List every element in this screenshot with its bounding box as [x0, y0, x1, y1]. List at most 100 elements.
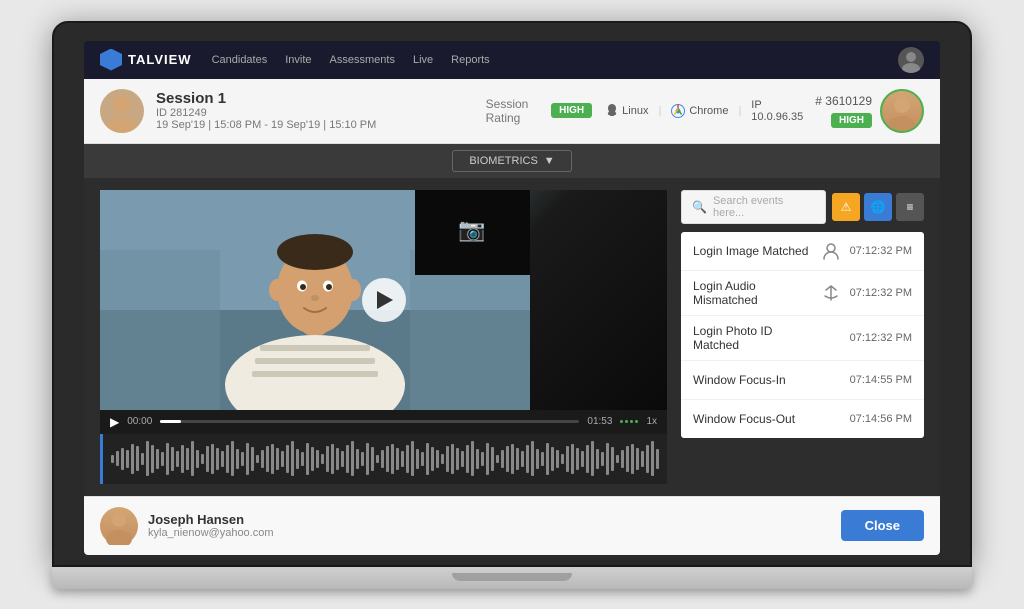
close-button[interactable]: Close: [841, 510, 924, 541]
audio-waveform: [100, 434, 667, 484]
wave-bar: [166, 443, 169, 475]
wave-bar: [306, 443, 309, 475]
nav-candidates[interactable]: Candidates: [212, 54, 268, 66]
wave-bar: [346, 445, 349, 473]
play-pause-button[interactable]: ▶: [110, 415, 119, 429]
svg-text:📷: 📷: [458, 217, 485, 242]
biometrics-button[interactable]: BIOMETRICS ▼: [452, 150, 571, 172]
wave-bar: [231, 441, 234, 476]
wave-bar: [541, 452, 544, 466]
event-row[interactable]: Login Image Matched 07:12:32 PM: [681, 232, 924, 271]
wave-bar: [521, 451, 524, 467]
wave-bar: [546, 443, 549, 475]
session-rating-block: Session Rating HIGH: [486, 97, 593, 125]
wave-bar: [591, 441, 594, 476]
wave-bar: [441, 454, 444, 464]
wave-bar: [396, 448, 399, 470]
session-user-avatar: [100, 89, 144, 133]
event-name-4: Window Focus-Out: [693, 412, 812, 426]
wave-bar: [461, 451, 464, 467]
wave-bar: [356, 449, 359, 469]
wave-bar: [411, 441, 414, 476]
wave-bar: [416, 449, 419, 469]
wave-bar: [341, 451, 344, 467]
session-rating-label: Session Rating: [486, 97, 544, 125]
dot-2: [625, 420, 628, 423]
candidate-id-block: # 3610129 HIGH: [815, 94, 872, 128]
wave-bar: [446, 446, 449, 472]
wave-bar: [421, 452, 424, 466]
filter-settings-button[interactable]: ≡: [896, 193, 924, 221]
event-icon-2: [820, 327, 842, 349]
wave-bar: [571, 444, 574, 474]
progress-bar[interactable]: [160, 420, 579, 423]
wave-bar: [391, 444, 394, 474]
wave-bar: [131, 444, 134, 474]
logo: TALVIEW: [100, 49, 192, 71]
event-time-0: 07:12:32 PM: [850, 245, 912, 257]
event-name-3: Window Focus-In: [693, 373, 812, 387]
wave-bar: [331, 444, 334, 474]
laptop-frame: TALVIEW Candidates Invite Assessments Li…: [52, 21, 972, 589]
dot-1: [620, 420, 623, 423]
navbar: TALVIEW Candidates Invite Assessments Li…: [84, 41, 940, 79]
wave-bar: [361, 452, 364, 466]
wave-bar: [311, 447, 314, 471]
nav-user-avatar[interactable]: [898, 47, 924, 73]
wave-bar: [151, 445, 154, 473]
video-container[interactable]: 📷: [100, 190, 667, 410]
events-panel: 🔍 Search events here... ⚠ 🌐 ≡ Login Imag…: [681, 190, 924, 484]
nav-reports[interactable]: Reports: [451, 54, 490, 66]
search-box[interactable]: 🔍 Search events here...: [681, 190, 826, 224]
wave-bar: [566, 446, 569, 472]
filter-globe-button[interactable]: 🌐: [864, 193, 892, 221]
wave-bar: [456, 448, 459, 470]
event-row[interactable]: Window Focus-In 07:14:55 PM: [681, 361, 924, 400]
wave-bar: [181, 445, 184, 473]
wave-bar: [466, 445, 469, 473]
wave-bar: [271, 444, 274, 474]
playback-speed[interactable]: 1x: [646, 416, 657, 427]
play-button[interactable]: [362, 278, 406, 322]
laptop-notch: [452, 573, 572, 581]
wave-bar: [161, 452, 164, 466]
browser-info: Chrome: [671, 104, 728, 118]
events-search-bar: 🔍 Search events here... ⚠ 🌐 ≡: [681, 190, 924, 224]
nav-live[interactable]: Live: [413, 54, 433, 66]
video-controls: ▶ 00:00 01:53 1x: [100, 410, 667, 434]
wave-bar: [491, 447, 494, 471]
session-header: Session 1 ID 281249 19 Sep'19 | 15:08 PM…: [84, 79, 940, 144]
session-meta: Session Rating HIGH Linux |: [486, 97, 804, 125]
nav-assessments[interactable]: Assessments: [330, 54, 395, 66]
wave-bar: [601, 452, 604, 466]
filter-warning-button[interactable]: ⚠: [832, 193, 860, 221]
event-time-3: 07:14:55 PM: [850, 374, 912, 386]
user-name: Joseph Hansen: [148, 512, 831, 527]
wave-bar: [141, 453, 144, 465]
logo-text: TALVIEW: [128, 52, 192, 67]
os-info: Linux: [606, 104, 648, 118]
wave-bar: [486, 443, 489, 475]
linux-icon: [606, 104, 618, 118]
search-placeholder: Search events here...: [713, 195, 815, 219]
search-icon: 🔍: [692, 200, 707, 214]
logo-icon: [100, 49, 122, 71]
wave-bar: [196, 450, 199, 468]
candidate-rating-badge: HIGH: [831, 113, 872, 128]
wave-bar: [286, 445, 289, 473]
wave-bar: [626, 446, 629, 472]
event-row[interactable]: Login Audio Mismatched 07:12:32 PM: [681, 271, 924, 316]
progress-fill: [160, 420, 181, 423]
event-row[interactable]: Window Focus-Out 07:14:56 PM: [681, 400, 924, 438]
event-row[interactable]: Login Photo ID Matched 07:12:32 PM: [681, 316, 924, 361]
wave-bar: [511, 444, 514, 474]
wave-bar: [576, 448, 579, 470]
event-time-4: 07:14:56 PM: [850, 413, 912, 425]
wave-bar: [366, 443, 369, 475]
nav-invite[interactable]: Invite: [285, 54, 311, 66]
wave-bar: [111, 455, 114, 463]
user-bar: Joseph Hansen kyla_nienow@yahoo.com Clos…: [84, 496, 940, 555]
wave-bar: [381, 450, 384, 468]
wave-bar: [201, 454, 204, 464]
wave-bar: [156, 449, 159, 469]
